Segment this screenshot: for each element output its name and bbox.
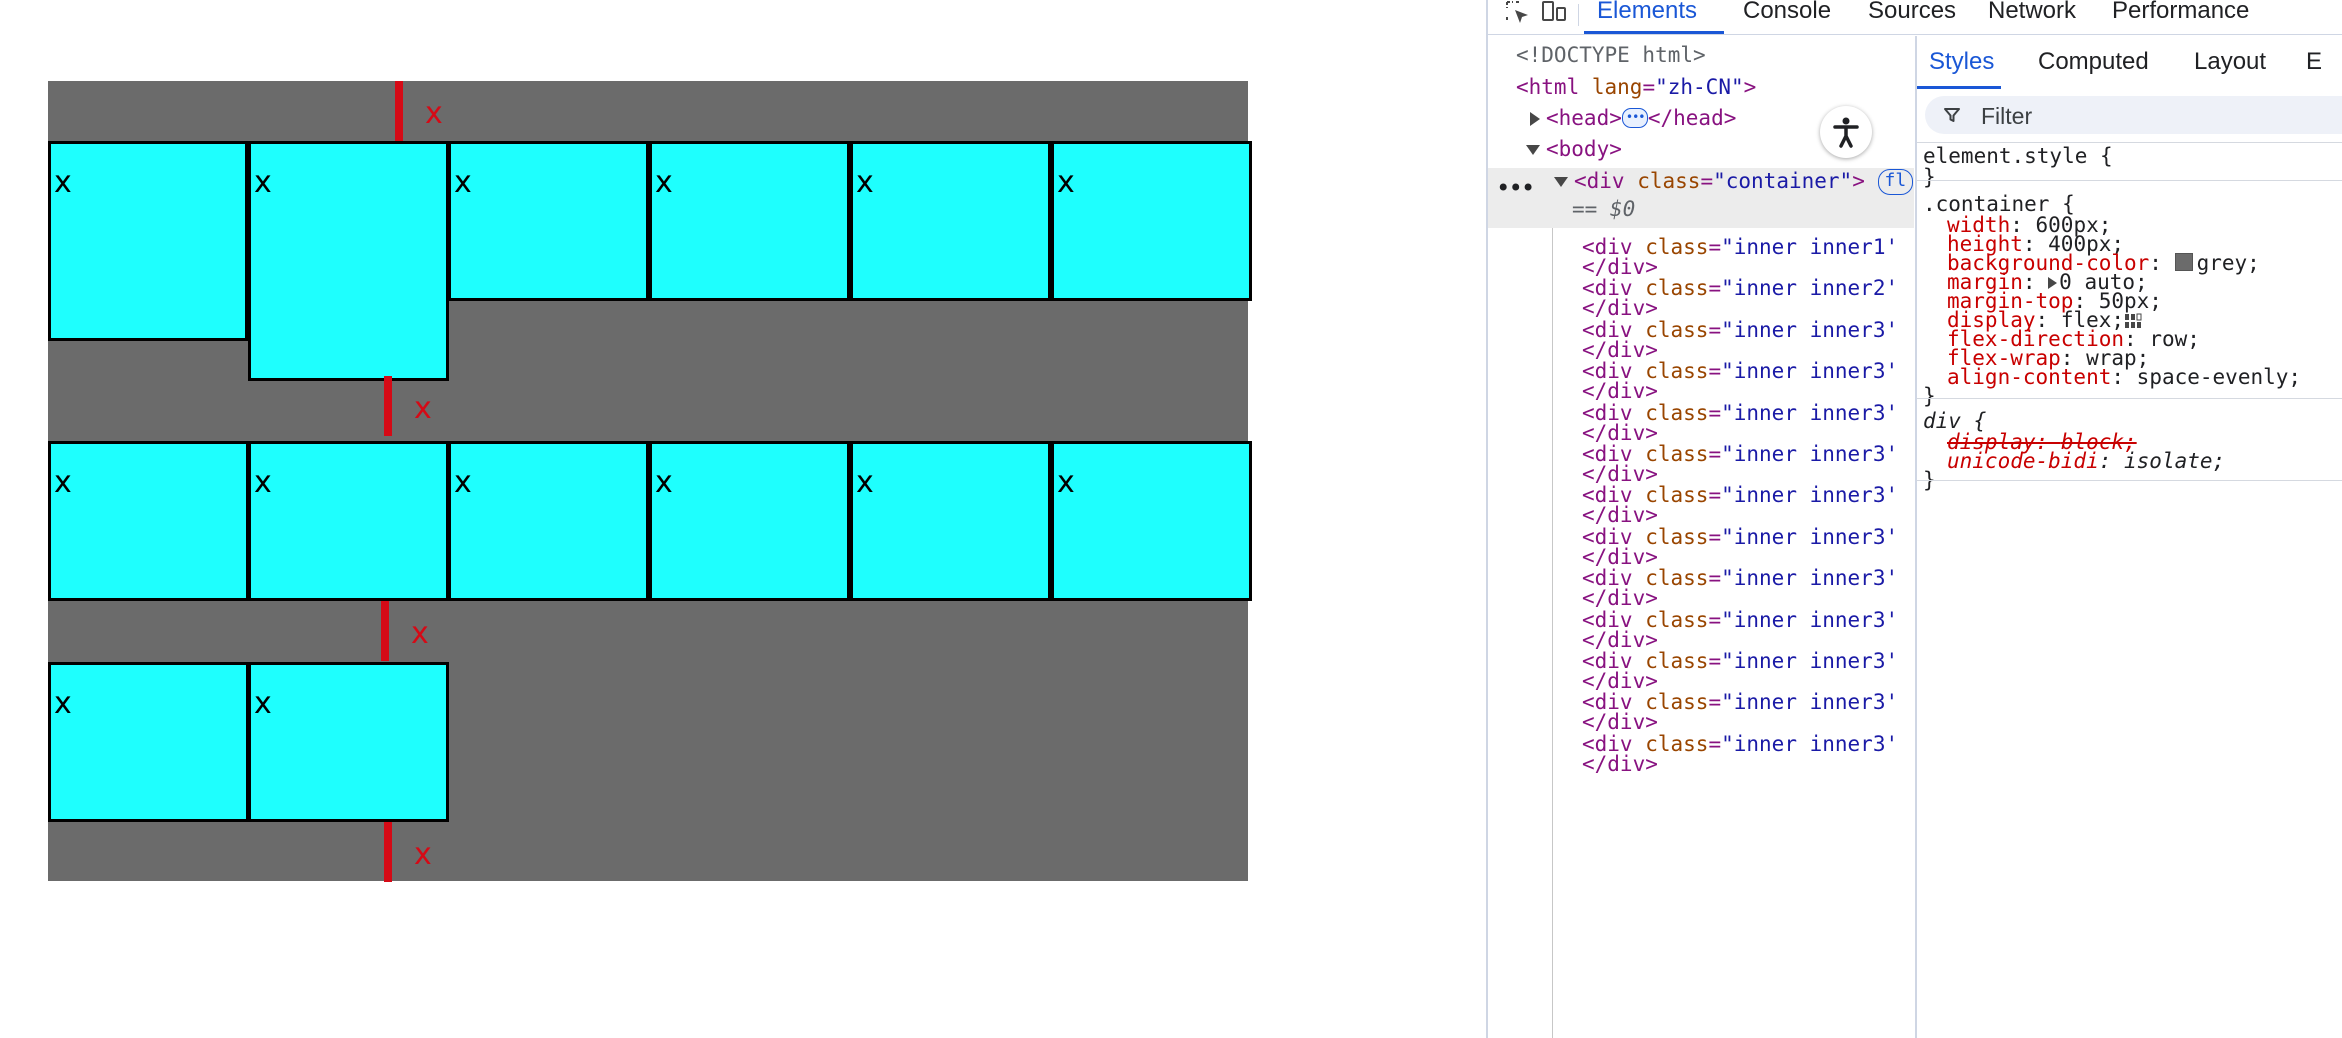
inner-box-label: x [254,165,272,200]
inner-box-label: x [54,165,72,200]
container-node[interactable]: <div class="container"> fl [1554,166,1914,196]
inner-box-label: x [454,465,472,500]
tab-layout[interactable]: Layout [2194,48,2266,76]
inner-box: x [248,141,449,381]
html-tag: <html [1516,75,1580,99]
html-attr-value: "zh-CN" [1655,75,1744,99]
inner-box: x [248,441,449,601]
ua-rule-unicode-bidi[interactable]: unicode-bidi: isolate; [1947,447,2225,475]
tab-styles[interactable]: Styles [1929,48,1994,76]
collapse-arrow-icon[interactable] [1526,145,1540,155]
selected-ref: == $0 [1572,197,1636,221]
inner-box: x [1051,141,1252,301]
gap-marker-label: x [411,616,429,651]
inner-box-label: x [54,465,72,500]
gap-marker-label: x [425,96,443,131]
inspect-element-icon[interactable] [1504,0,1532,26]
active-tab-indicator [1584,31,1724,34]
tab-console[interactable]: Console [1743,0,1831,23]
inner-box: x [248,662,449,822]
tab-sources[interactable]: Sources [1868,0,1956,23]
page-viewport: xxxxxxxxxxxxxxxxxx [0,0,1486,1038]
inner-div-close: </div> [1582,751,1658,776]
inner-box: x [48,662,249,822]
color-swatch-icon[interactable] [2174,253,2193,271]
tab-elements[interactable]: Elements [1597,0,1697,23]
inner-box: x [649,441,850,601]
inner-box: x [649,141,850,301]
expand-arrow-icon[interactable] [1530,112,1540,126]
inner-box: x [448,441,649,601]
inner-box-label: x [454,165,472,200]
container-tag: <div [1574,169,1625,193]
inner-box: x [48,441,249,601]
filter-icon [1944,108,1960,122]
head-node[interactable]: <head> </head> [1530,102,1737,133]
inner-box-label: x [655,465,673,500]
gap-marker [381,601,389,661]
inner-box: x [1051,441,1252,601]
tree-guide-line [1552,228,1553,1038]
flex-badge[interactable]: fl [1877,169,1914,195]
tab-event-listeners[interactable]: E [2306,48,2322,76]
inner-box: x [850,141,1051,301]
gap-marker-label: x [414,837,432,872]
container-attr-value: "container" [1713,169,1853,193]
flex-container: xxxxxxxxxxxxxxxxxx [48,81,1252,882]
tab-computed[interactable]: Computed [2038,48,2149,76]
rule-align-content[interactable]: align-content: space-evenly; [1947,363,2301,391]
gap-marker [395,81,403,141]
inner-box-label: x [856,465,874,500]
styles-filter-input[interactable]: Filter [1925,96,2342,134]
gap-marker [384,822,392,882]
tab-performance[interactable]: Performance [2112,0,2249,23]
head-open-tag: <head> [1546,106,1622,130]
devtools-toolbar: Elements Console Sources Network Perform… [1488,0,2342,35]
gap-marker [384,376,392,436]
html-attr-name: lang [1591,75,1643,99]
element-style-selector[interactable]: element.style { [1923,142,2113,170]
inner-box-label: x [54,686,72,721]
device-toolbar-icon[interactable] [1540,0,1568,26]
devtools-panel: Elements Console Sources Network Perform… [1486,0,2342,1038]
element-style-close: } [1923,165,1936,189]
html-node[interactable]: <html lang="zh-CN"> [1516,72,1756,102]
inner-box-label: x [1057,465,1075,500]
inner-box: x [850,441,1051,601]
accessibility-icon [1833,117,1859,148]
inner-box-label: x [254,686,272,721]
container-rule-close: } [1923,384,1936,408]
inner-box-label: x [1057,165,1075,200]
inner-box: x [48,141,248,341]
styles-pane: Styles Computed Layout E Filter element.… [1915,36,2342,1038]
head-close-tag: </head> [1647,106,1737,130]
body-tag: <body> [1546,137,1622,161]
inner-box-label: x [254,465,272,500]
styles-tab-indicator [1917,86,2001,89]
accessibility-tree-button[interactable] [1820,106,1872,158]
elements-tree: ••• <!DOCTYPE html> <html lang="zh-CN"> … [1488,36,1914,1038]
inner-box: x [448,141,649,301]
more-actions-icon[interactable]: ••• [1496,176,1535,200]
collapse-arrow-icon[interactable] [1554,177,1568,187]
body-node[interactable]: <body> [1526,134,1622,164]
gap-marker-label: x [414,391,432,426]
filter-placeholder: Filter [1981,103,2033,129]
doctype-text: <!DOCTYPE html> [1516,43,1706,67]
inner-box-label: x [856,165,874,200]
tab-network[interactable]: Network [1988,0,2076,23]
collapsed-content-icon[interactable] [1621,102,1648,132]
container-attr-name: class [1637,169,1701,193]
doctype-node[interactable]: <!DOCTYPE html> [1516,40,1706,70]
inner-box-label: x [655,165,673,200]
